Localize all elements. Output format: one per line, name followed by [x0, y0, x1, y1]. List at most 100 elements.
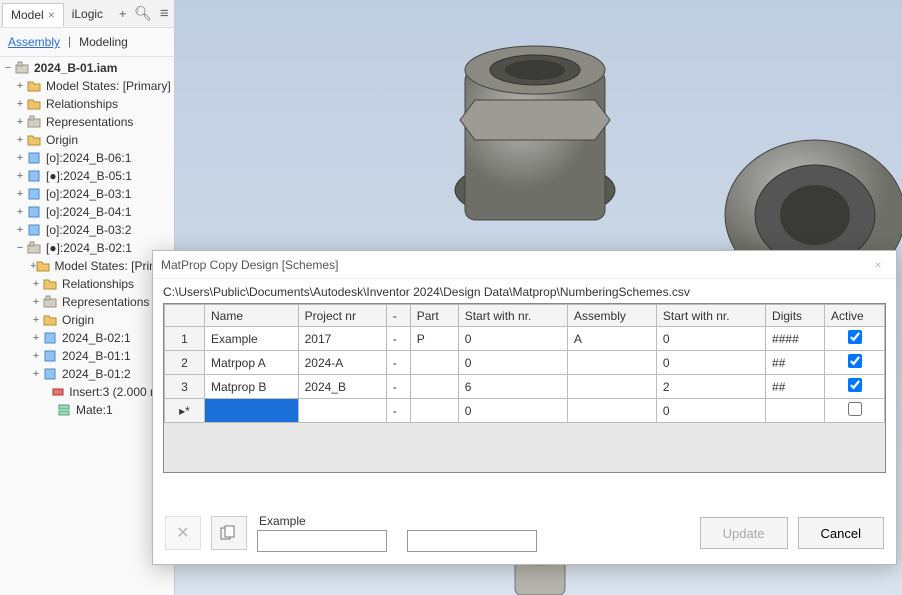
- cell-active[interactable]: [825, 375, 885, 399]
- table-row[interactable]: 2Matrpop A2024-A-00##: [165, 351, 885, 375]
- cell-dash[interactable]: -: [386, 399, 410, 423]
- tree-part[interactable]: + 2024_B-02:1: [0, 329, 174, 347]
- cell-active[interactable]: [825, 399, 885, 423]
- cell-part[interactable]: [410, 399, 458, 423]
- expand-icon[interactable]: +: [14, 152, 26, 164]
- cell-project[interactable]: 2024-A: [298, 351, 386, 375]
- cell-name[interactable]: Example: [205, 327, 299, 351]
- example-assembly-input[interactable]: [407, 530, 537, 552]
- tree-part[interactable]: + [●]:2024_B-05:1: [0, 167, 174, 185]
- cell-active[interactable]: [825, 327, 885, 351]
- cell-startasm[interactable]: 2: [656, 375, 765, 399]
- copy-button[interactable]: [211, 516, 247, 550]
- cell-project[interactable]: 2024_B: [298, 375, 386, 399]
- cell-name[interactable]: Matrpop A: [205, 351, 299, 375]
- example-part-input[interactable]: [257, 530, 387, 552]
- tree-constraint[interactable]: Insert:3 (2.000 mm): [0, 383, 174, 401]
- tree-folder[interactable]: + Representations: [0, 293, 174, 311]
- collapse-icon[interactable]: −: [14, 242, 26, 254]
- update-button[interactable]: Update: [700, 517, 788, 549]
- active-checkbox[interactable]: [848, 330, 862, 344]
- tree-subassembly[interactable]: − [●]:2024_B-02:1: [0, 239, 174, 257]
- header-startasm[interactable]: Start with nr.: [656, 305, 765, 327]
- table-row[interactable]: 3Matprop B2024_B-62##: [165, 375, 885, 399]
- cell-startpart[interactable]: 0: [458, 351, 567, 375]
- tree-folder[interactable]: + Relationships: [0, 275, 174, 293]
- tree-folder[interactable]: + Model States: [Primary]: [0, 77, 174, 95]
- tree-constraint[interactable]: Mate:1: [0, 401, 174, 419]
- menu-icon[interactable]: ≡: [160, 5, 169, 22]
- cell-assembly[interactable]: [567, 399, 656, 423]
- collapse-icon[interactable]: −: [2, 62, 14, 74]
- table-row[interactable]: 1Example2017-P0A0####: [165, 327, 885, 351]
- cell-assembly[interactable]: [567, 351, 656, 375]
- cell-name[interactable]: Matprop B: [205, 375, 299, 399]
- cell-dash[interactable]: -: [386, 327, 410, 351]
- expand-icon[interactable]: +: [14, 206, 26, 218]
- cell-part[interactable]: [410, 351, 458, 375]
- header-project[interactable]: Project nr: [298, 305, 386, 327]
- cell-assembly[interactable]: A: [567, 327, 656, 351]
- tree-part[interactable]: + [o]:2024_B-03:2: [0, 221, 174, 239]
- active-checkbox[interactable]: [848, 378, 862, 392]
- active-checkbox[interactable]: [848, 402, 862, 416]
- schemes-grid[interactable]: Name Project nr - Part Start with nr. As…: [163, 303, 886, 473]
- header-part[interactable]: Part: [410, 305, 458, 327]
- cell-active[interactable]: [825, 351, 885, 375]
- tree-part[interactable]: + 2024_B-01:2: [0, 365, 174, 383]
- cell-part[interactable]: [410, 375, 458, 399]
- active-checkbox[interactable]: [848, 354, 862, 368]
- cell-startasm[interactable]: 0: [656, 399, 765, 423]
- cell-digits[interactable]: ####: [766, 327, 825, 351]
- expand-icon[interactable]: +: [30, 350, 42, 362]
- dialog-titlebar[interactable]: MatProp Copy Design [Schemes] ×: [153, 251, 896, 279]
- cell-project[interactable]: 2017: [298, 327, 386, 351]
- tab-add[interactable]: +: [111, 3, 134, 25]
- expand-icon[interactable]: +: [14, 134, 26, 146]
- tree-part[interactable]: + 2024_B-01:1: [0, 347, 174, 365]
- header-assembly[interactable]: Assembly: [567, 305, 656, 327]
- expand-icon[interactable]: +: [14, 188, 26, 200]
- cell-startasm[interactable]: 0: [656, 351, 765, 375]
- cell-project[interactable]: [298, 399, 386, 423]
- expand-icon[interactable]: +: [14, 116, 26, 128]
- tree-part[interactable]: + [o]:2024_B-06:1: [0, 149, 174, 167]
- cell-startasm[interactable]: 0: [656, 327, 765, 351]
- expand-icon[interactable]: +: [14, 98, 26, 110]
- cell-digits[interactable]: ##: [766, 351, 825, 375]
- expand-icon[interactable]: +: [14, 224, 26, 236]
- cancel-button[interactable]: Cancel: [798, 517, 884, 549]
- cell-dash[interactable]: -: [386, 375, 410, 399]
- cell-startpart[interactable]: 0: [458, 399, 567, 423]
- tree-folder[interactable]: + Relationships: [0, 95, 174, 113]
- tab-model[interactable]: Model ×: [2, 3, 64, 27]
- close-icon[interactable]: ×: [868, 255, 888, 275]
- cell-digits[interactable]: ##: [766, 375, 825, 399]
- tree-folder[interactable]: + Origin: [0, 131, 174, 149]
- expand-icon[interactable]: +: [30, 368, 42, 380]
- tree-folder[interactable]: + Representations: [0, 113, 174, 131]
- header-digits[interactable]: Digits: [766, 305, 825, 327]
- expand-icon[interactable]: +: [30, 332, 42, 344]
- header-dash[interactable]: -: [386, 305, 410, 327]
- cell-dash[interactable]: -: [386, 351, 410, 375]
- cell-assembly[interactable]: [567, 375, 656, 399]
- cell-name[interactable]: [205, 399, 299, 423]
- header-name[interactable]: Name: [205, 305, 299, 327]
- tree-root[interactable]: − 2024_B-01.iam: [0, 59, 174, 77]
- cell-digits[interactable]: [766, 399, 825, 423]
- tree-part[interactable]: + [o]:2024_B-04:1: [0, 203, 174, 221]
- expand-icon[interactable]: +: [30, 278, 42, 290]
- tree-folder[interactable]: + Model States: [Primary]: [0, 257, 174, 275]
- mode-assembly[interactable]: Assembly: [6, 34, 62, 50]
- header-active[interactable]: Active: [825, 305, 885, 327]
- tab-ilogic[interactable]: iLogic: [64, 3, 111, 25]
- expand-icon[interactable]: +: [14, 170, 26, 182]
- close-icon[interactable]: ×: [48, 8, 55, 22]
- expand-icon[interactable]: +: [14, 80, 26, 92]
- search-icon[interactable]: 🔍︎: [134, 5, 152, 22]
- header-startpart[interactable]: Start with nr.: [458, 305, 567, 327]
- tree-part[interactable]: + [o]:2024_B-03:1: [0, 185, 174, 203]
- table-row-new[interactable]: ▸*-00: [165, 399, 885, 423]
- cell-part[interactable]: P: [410, 327, 458, 351]
